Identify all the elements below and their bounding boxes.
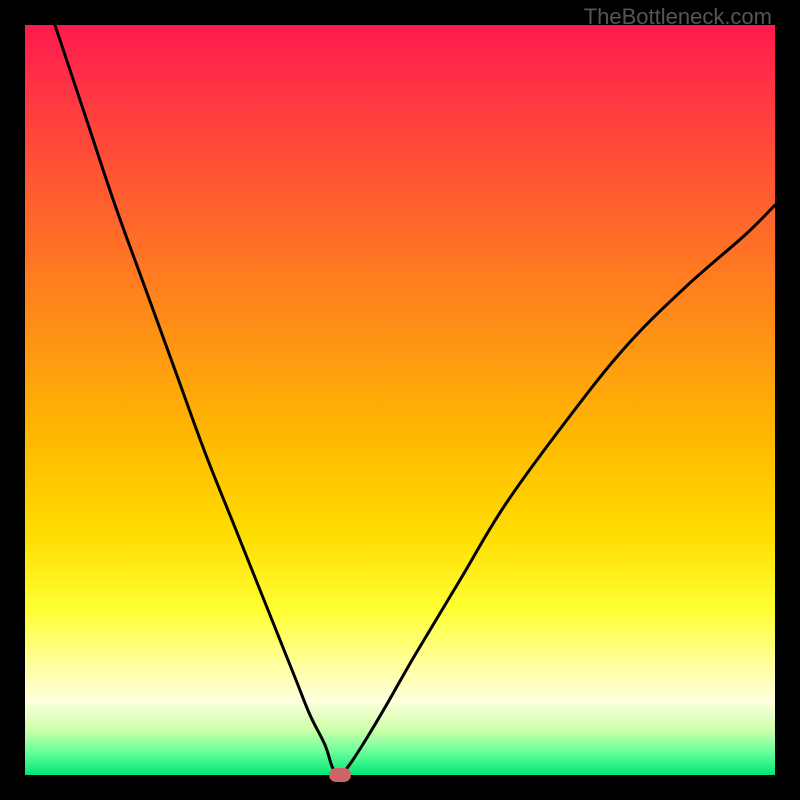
optimal-point-marker: [329, 768, 351, 782]
watermark-text: TheBottleneck.com: [584, 4, 772, 30]
bottleneck-curve: [55, 25, 775, 775]
curve-svg: [25, 25, 775, 775]
chart-container: TheBottleneck.com: [0, 0, 800, 800]
plot-area: [25, 25, 775, 775]
